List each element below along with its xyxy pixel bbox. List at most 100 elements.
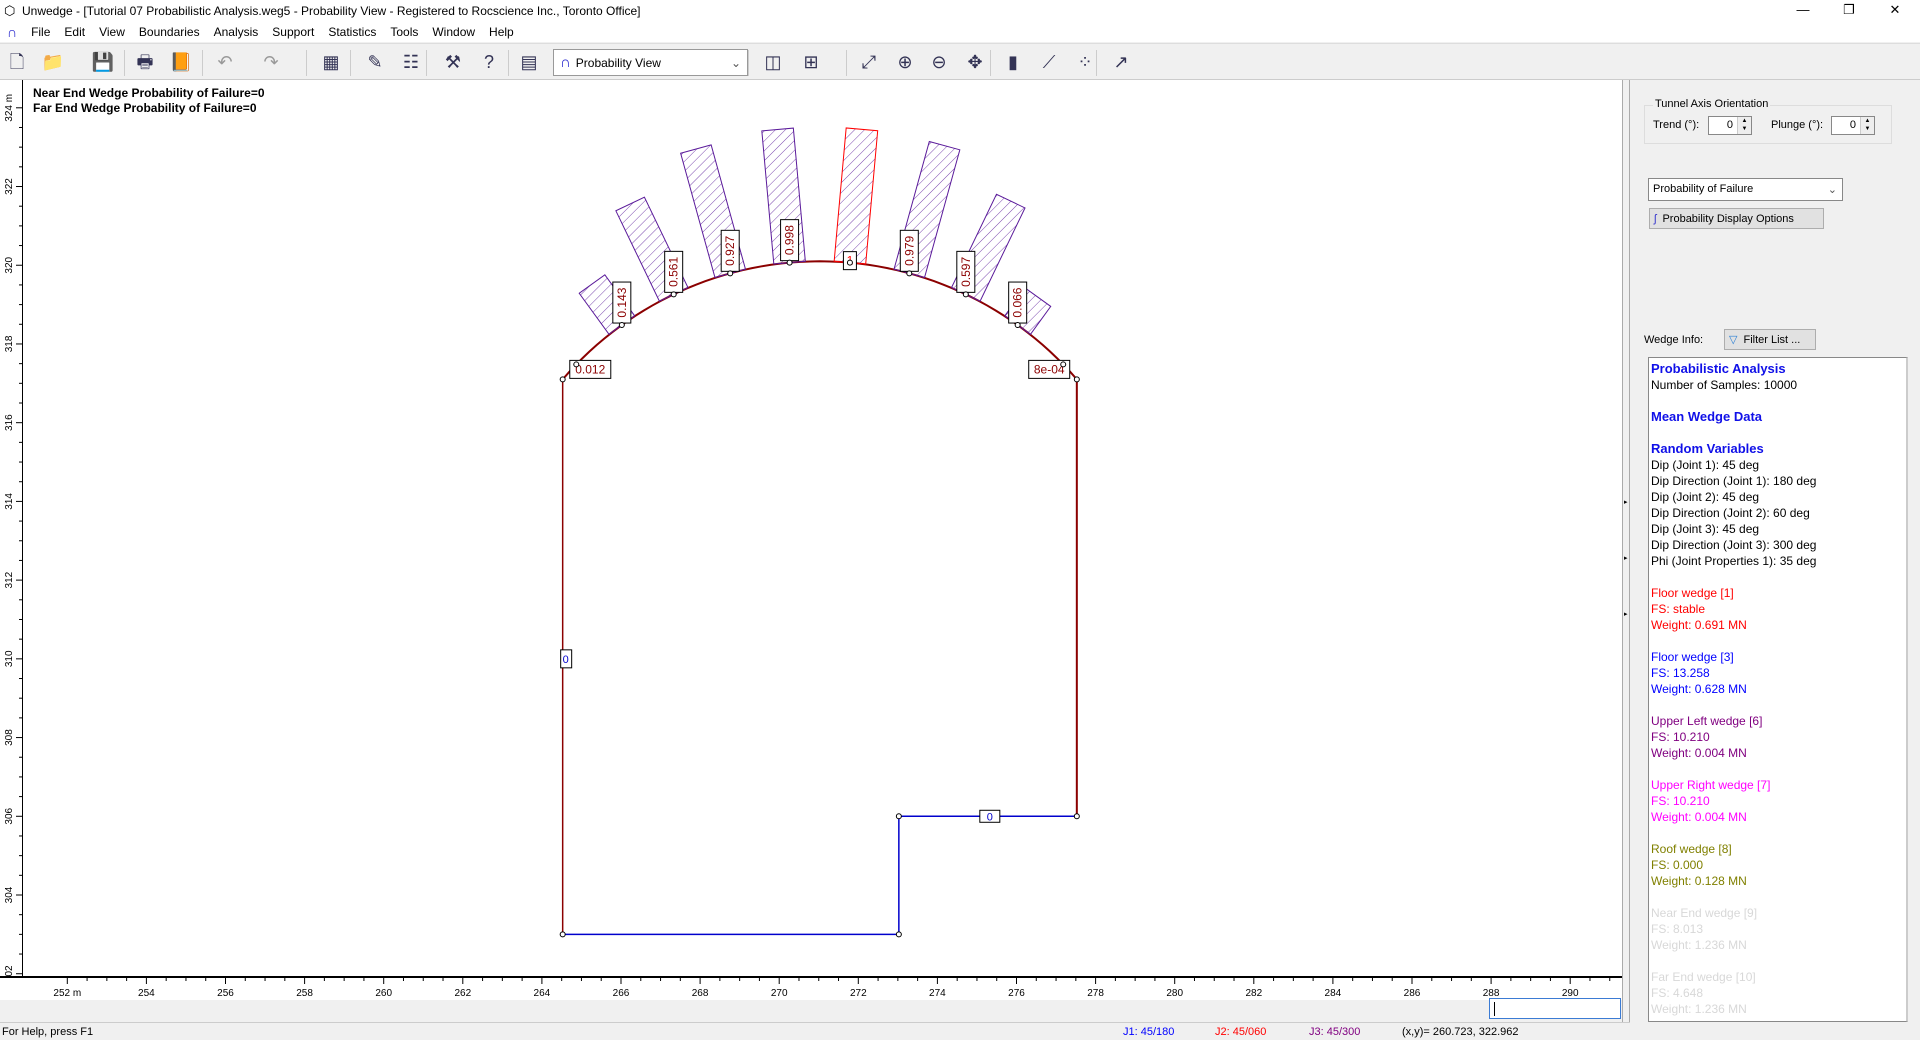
- menu-analysis[interactable]: Analysis: [207, 25, 266, 39]
- open-folder-icon[interactable]: 📁: [40, 50, 66, 74]
- restore-button[interactable]: ❐: [1826, 0, 1872, 22]
- menu-tools[interactable]: Tools: [383, 25, 425, 39]
- x-tick-label: 264: [534, 988, 551, 999]
- label-text: 0.066: [1011, 287, 1025, 317]
- floor-label: 0: [987, 811, 993, 823]
- info-line: FS: 8.013: [1651, 922, 1704, 936]
- y-tick-label: 316: [4, 414, 15, 431]
- node: [786, 259, 793, 266]
- info-line: Probabilistic Analysis: [1651, 361, 1786, 376]
- menu-window[interactable]: Window: [425, 25, 482, 39]
- bar-chart-icon[interactable]: ▮: [1000, 50, 1026, 74]
- info-blank: [1651, 569, 1904, 585]
- plunge-input[interactable]: 0 ▲ ▼: [1831, 116, 1875, 135]
- add-view-icon[interactable]: ⊞: [798, 50, 824, 74]
- node: [1060, 361, 1067, 368]
- chevron-down-icon: ⌄: [1827, 184, 1837, 196]
- y-tick-label: 324 m: [4, 94, 15, 122]
- x-tick-label: 262: [454, 988, 471, 999]
- menu-boundaries[interactable]: Boundaries: [132, 25, 207, 39]
- y-tick-label: 310: [4, 650, 15, 667]
- wall-label: 0: [563, 654, 569, 666]
- palette-icon: ʃ: [1654, 212, 1657, 225]
- close-button[interactable]: ✕: [1872, 0, 1918, 22]
- label-text: 0.143: [615, 287, 629, 317]
- doc-icon: ∩: [7, 24, 18, 40]
- color-grid-icon[interactable]: ▦: [318, 50, 344, 74]
- x-tick-label: 268: [692, 988, 709, 999]
- minimize-button[interactable]: —: [1780, 0, 1826, 22]
- spin-arrows-icon: ▲ ▼: [1860, 117, 1874, 134]
- info-query-icon[interactable]: ?: [476, 50, 502, 74]
- info-line: FS: 13.258: [1651, 666, 1710, 680]
- node: [618, 322, 625, 329]
- joint3-status: J3: 45/300: [1309, 1026, 1361, 1038]
- pan-icon[interactable]: ✥: [962, 50, 988, 74]
- arrow-right-icon[interactable]: ▸: [1624, 610, 1628, 618]
- info-line: Weight: 0.004 MN: [1651, 810, 1747, 824]
- panel-splitter[interactable]: ▸ ▸ ▸: [1622, 80, 1630, 1022]
- wedge-info-list[interactable]: Probabilistic Analysis Number of Samples:…: [1648, 357, 1908, 1022]
- menu-support[interactable]: Support: [265, 25, 321, 39]
- x-tick-label: 256: [217, 988, 234, 999]
- export-icon[interactable]: 📙: [168, 50, 194, 74]
- arrow-right-icon[interactable]: ▸: [1624, 554, 1628, 562]
- y-tick-label: 312: [4, 571, 15, 588]
- command-input[interactable]: [1489, 998, 1621, 1019]
- joint1-status: J1: 45/180: [1123, 1026, 1175, 1038]
- zoom-extents-icon[interactable]: ⤢: [856, 50, 882, 74]
- info-line: Mean Wedge Data: [1651, 409, 1763, 424]
- y-tick-label: 304: [4, 886, 15, 903]
- x-tick-label: 282: [1245, 988, 1262, 999]
- x-tick-label: 266: [613, 988, 630, 999]
- arrow-right-icon[interactable]: ▸: [1624, 498, 1628, 506]
- calculator-icon[interactable]: ▤: [516, 50, 542, 74]
- line-chart-icon[interactable]: ⟋: [1036, 50, 1062, 74]
- new-file-icon[interactable]: 🗋: [4, 50, 30, 74]
- menu-file[interactable]: File: [24, 25, 57, 39]
- zoom-in-icon[interactable]: ⊕: [892, 50, 918, 74]
- info-line: Near End wedge [9]: [1651, 906, 1758, 920]
- probability-label: 0.979: [899, 229, 919, 272]
- x-tick-label: 284: [1325, 988, 1342, 999]
- filter-list-button[interactable]: ▽ Filter List ...: [1724, 329, 1816, 350]
- node: [895, 813, 902, 820]
- node: [846, 259, 853, 266]
- plot-canvas[interactable]: Near End Wedge Probability of Failure=0 …: [22, 80, 1622, 976]
- menu-statistics[interactable]: Statistics: [321, 25, 383, 39]
- info-line: FS: 4.648: [1651, 986, 1704, 1000]
- info-line: FS: 10.210: [1651, 794, 1710, 808]
- print-icon[interactable]: 🖶: [132, 50, 158, 74]
- probability-label: 0.927: [720, 229, 740, 272]
- arrow-icon[interactable]: ↗: [1108, 50, 1134, 74]
- y-tick-label: 306: [4, 808, 15, 825]
- info-line: Weight: 0.691 MN: [1651, 618, 1747, 632]
- label-text: 0.597: [959, 257, 973, 287]
- menu-view[interactable]: View: [92, 25, 132, 39]
- info-line: Dip (Joint 3): 45 deg: [1651, 522, 1760, 536]
- zoom-out-icon[interactable]: ⊖: [926, 50, 952, 74]
- menu-help[interactable]: Help: [482, 25, 521, 39]
- scatter-icon[interactable]: ⁘: [1072, 50, 1098, 74]
- y-tick-label: 308: [4, 729, 15, 746]
- trend-input[interactable]: 0 ▲ ▼: [1708, 116, 1752, 135]
- settings-sheet-icon[interactable]: ☷: [398, 50, 424, 74]
- info-line: Weight: 0.004 MN: [1651, 746, 1747, 760]
- view-select[interactable]: ∩ Probability View ⌄: [553, 49, 748, 76]
- layout-icon[interactable]: ◫: [760, 50, 786, 74]
- wedge-compute-icon[interactable]: ⚒: [440, 50, 466, 74]
- save-icon[interactable]: 💾: [90, 50, 116, 74]
- redo-icon[interactable]: ↷: [258, 50, 284, 74]
- y-ruler: 302 304 306 308 310 312 314 316 318 320 322 324 m: [0, 80, 22, 982]
- x-ruler: 252 m 254 256 258 260 262 264 266 268 270 272 274 27…: [0, 976, 1622, 1000]
- label-text: 0.998: [783, 225, 797, 255]
- menu-edit[interactable]: Edit: [57, 25, 92, 39]
- display-type-select[interactable]: Probability of Failure ⌄: [1648, 178, 1843, 201]
- edit-icon[interactable]: ✎: [362, 50, 388, 74]
- node: [573, 361, 580, 368]
- coordinates-status: (x,y)= 260.723, 322.962: [1402, 1026, 1519, 1038]
- y-tick-label: 318: [4, 335, 15, 352]
- x-tick-label: 272: [850, 988, 867, 999]
- undo-icon[interactable]: ↶: [212, 50, 238, 74]
- probability-display-options-button[interactable]: ʃ Probability Display Options: [1649, 208, 1824, 229]
